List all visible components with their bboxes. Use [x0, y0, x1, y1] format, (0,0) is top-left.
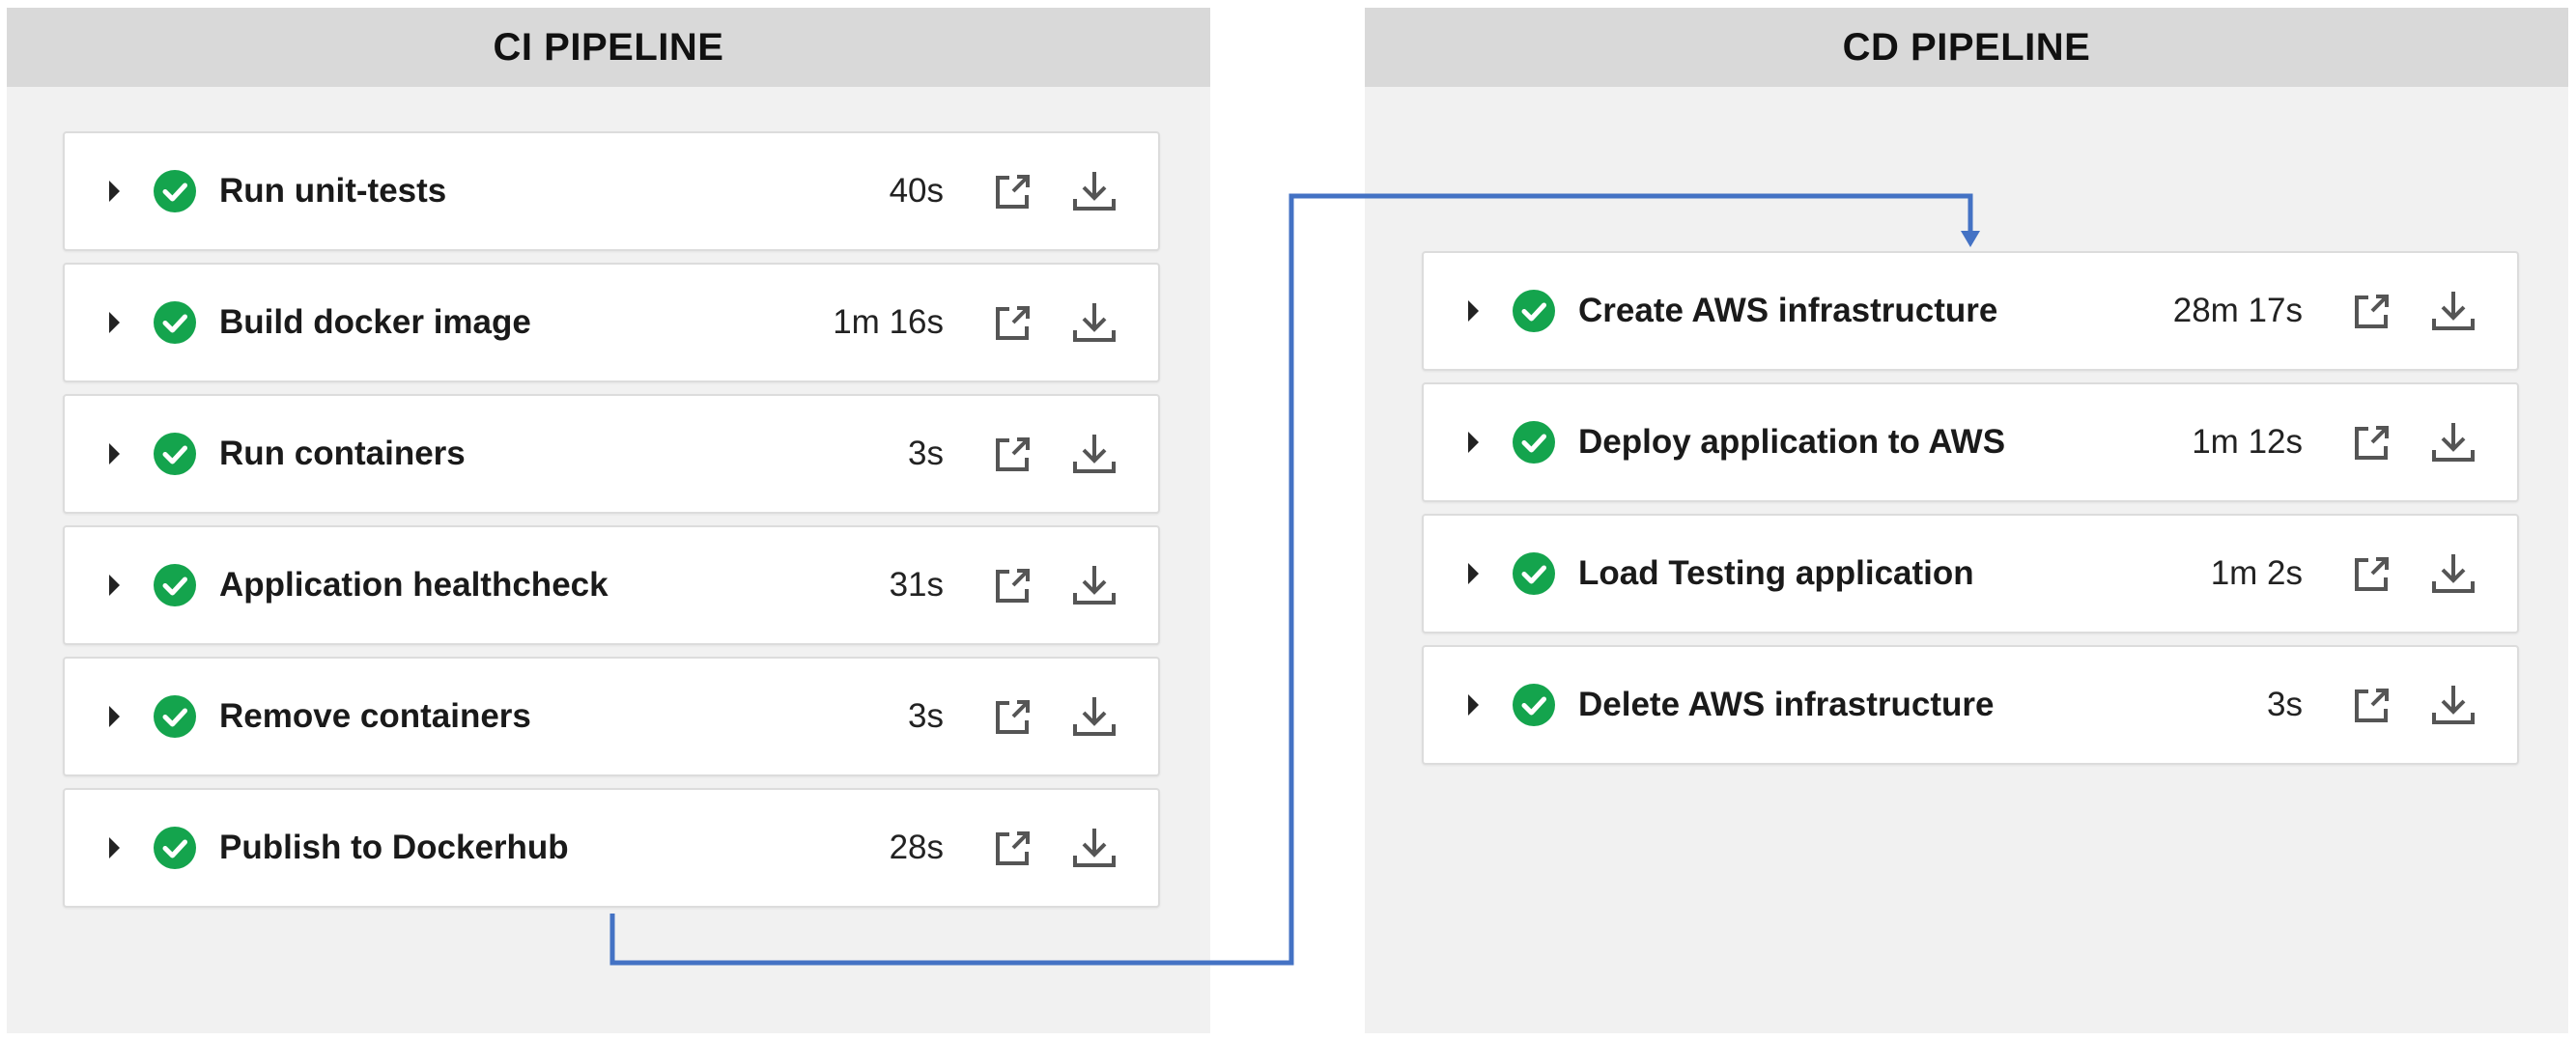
external-link-icon[interactable] [992, 564, 1034, 606]
download-icon[interactable] [2430, 419, 2477, 465]
caret-right-icon[interactable] [1468, 694, 1479, 716]
external-link-icon[interactable] [992, 827, 1034, 869]
job-duration: 28s [889, 829, 944, 866]
check-circle-icon [154, 170, 196, 212]
job-name[interactable]: Publish to Dockerhub [219, 829, 569, 867]
job-name[interactable]: Run containers [219, 435, 466, 473]
caret-right-icon[interactable] [1468, 563, 1479, 584]
ci-job-row[interactable]: Remove containers 3s [63, 657, 1160, 776]
caret-right-icon[interactable] [109, 443, 120, 464]
check-circle-icon [1513, 684, 1555, 726]
check-circle-icon [154, 433, 196, 475]
external-link-icon[interactable] [992, 695, 1034, 738]
download-icon[interactable] [1071, 299, 1118, 346]
check-circle-icon [154, 827, 196, 869]
cd-job-row[interactable]: Create AWS infrastructure 28m 17s [1422, 251, 2519, 371]
cd-job-row[interactable]: Delete AWS infrastructure 3s [1422, 645, 2519, 765]
caret-right-icon[interactable] [109, 837, 120, 858]
caret-right-icon[interactable] [109, 706, 120, 727]
cd-pipeline-title: CD PIPELINE [1365, 8, 2568, 87]
ci-job-row[interactable]: Publish to Dockerhub 28s [63, 788, 1160, 908]
external-link-icon[interactable] [2351, 421, 2393, 464]
job-duration: 1m 12s [2192, 423, 2303, 461]
caret-right-icon[interactable] [1468, 432, 1479, 453]
caret-right-icon[interactable] [109, 181, 120, 202]
download-icon[interactable] [1071, 562, 1118, 608]
job-name[interactable]: Application healthcheck [219, 566, 609, 605]
job-duration: 3s [908, 697, 944, 735]
caret-right-icon[interactable] [109, 312, 120, 333]
job-duration: 31s [889, 566, 944, 604]
caret-right-icon[interactable] [1468, 300, 1479, 322]
ci-job-row[interactable]: Run containers 3s [63, 394, 1160, 514]
job-duration: 3s [908, 435, 944, 472]
ci-job-row[interactable]: Run unit-tests 40s [63, 131, 1160, 251]
check-circle-icon [1513, 421, 1555, 464]
job-duration: 1m 2s [2210, 554, 2303, 592]
ci-job-row[interactable]: Application healthcheck 31s [63, 525, 1160, 645]
job-name[interactable]: Load Testing application [1578, 554, 1974, 593]
ci-job-row[interactable]: Build docker image 1m 16s [63, 263, 1160, 382]
download-icon[interactable] [2430, 288, 2477, 334]
download-icon[interactable] [1071, 431, 1118, 477]
download-icon[interactable] [1071, 168, 1118, 214]
check-circle-icon [154, 695, 196, 738]
cd-job-row[interactable]: Load Testing application 1m 2s [1422, 514, 2519, 633]
download-icon[interactable] [2430, 550, 2477, 597]
ci-pipeline-title: CI PIPELINE [7, 8, 1210, 87]
external-link-icon[interactable] [992, 433, 1034, 475]
external-link-icon[interactable] [2351, 290, 2393, 332]
external-link-icon[interactable] [992, 170, 1034, 212]
job-name[interactable]: Remove containers [219, 697, 531, 736]
download-icon[interactable] [2430, 682, 2477, 728]
job-name[interactable]: Run unit-tests [219, 172, 446, 211]
external-link-icon[interactable] [2351, 684, 2393, 726]
job-name[interactable]: Create AWS infrastructure [1578, 292, 1997, 330]
job-duration: 3s [2267, 686, 2303, 723]
job-duration: 28m 17s [2172, 292, 2303, 329]
external-link-icon[interactable] [992, 301, 1034, 344]
job-duration: 40s [889, 172, 944, 210]
external-link-icon[interactable] [2351, 552, 2393, 595]
download-icon[interactable] [1071, 693, 1118, 740]
check-circle-icon [1513, 552, 1555, 595]
job-name[interactable]: Build docker image [219, 303, 531, 342]
caret-right-icon[interactable] [109, 575, 120, 596]
job-name[interactable]: Delete AWS infrastructure [1578, 686, 1994, 724]
job-duration: 1m 16s [833, 303, 944, 341]
download-icon[interactable] [1071, 825, 1118, 871]
check-circle-icon [1513, 290, 1555, 332]
check-circle-icon [154, 301, 196, 344]
job-name[interactable]: Deploy application to AWS [1578, 423, 2005, 462]
check-circle-icon [154, 564, 196, 606]
cd-job-row[interactable]: Deploy application to AWS 1m 12s [1422, 382, 2519, 502]
